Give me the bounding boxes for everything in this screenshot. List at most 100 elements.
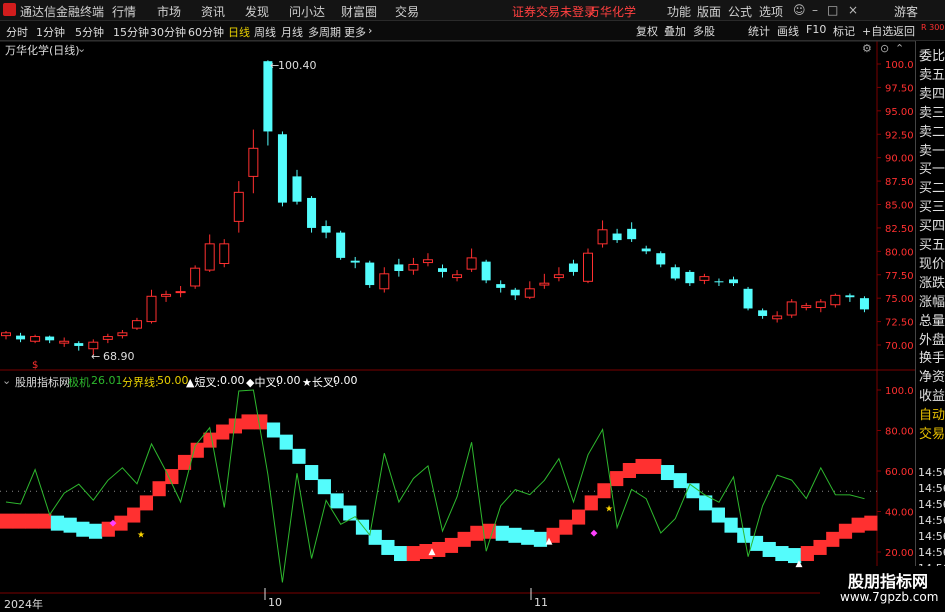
indicator-step	[330, 493, 344, 509]
candle-body	[438, 268, 447, 272]
price-tick-label: 75.00	[885, 294, 914, 305]
side-label-20[interactable]: 交易	[919, 423, 945, 442]
indicator-step	[597, 483, 611, 499]
candle-body	[131, 320, 142, 329]
indicator-menu-icon[interactable]: ⌄	[2, 374, 11, 387]
indicator-step	[660, 465, 675, 481]
candle-body	[815, 301, 826, 309]
kline-chart[interactable]: ◆ ★ ▲ ▲ ◆ ★ ▲ 100.0 97.50 95.00 92.50 90.00 87.50 85…	[0, 0, 915, 609]
side-label-19[interactable]: 自动	[919, 404, 945, 423]
candle-body	[830, 294, 841, 306]
candle-body	[670, 267, 680, 279]
indicator-step	[508, 527, 522, 543]
ind-tick-label: 40.00	[885, 508, 914, 519]
candle-body	[233, 191, 244, 222]
indicator-step	[775, 546, 789, 562]
expand-up-icon[interactable]: ⌃	[895, 42, 904, 55]
indicator-step	[12, 513, 26, 529]
indicator-step	[457, 531, 471, 547]
candle-body	[743, 288, 753, 309]
side-label-6: 买一	[919, 162, 945, 178]
x-label-oct: 10	[268, 596, 282, 609]
candle-body	[553, 274, 564, 279]
candle-body	[656, 253, 666, 265]
candle-body	[175, 291, 186, 294]
price-tick-label: 87.50	[885, 177, 914, 188]
indicator-step	[25, 513, 39, 529]
indicator-step	[610, 471, 624, 487]
indicator-step	[584, 495, 598, 511]
side-label-9: 买四	[919, 219, 945, 235]
indicator-label-1: 极机	[68, 376, 90, 389]
candle-body	[292, 176, 302, 202]
candle-body	[772, 315, 783, 320]
indicator-step	[203, 432, 217, 448]
indicator-step	[50, 515, 65, 531]
indicator-value-1: 26.01	[91, 374, 123, 387]
candle-body	[74, 343, 84, 346]
side-time-1: 14:56	[918, 482, 945, 495]
indicator-step	[152, 481, 166, 497]
indicator-step	[127, 507, 141, 523]
indicator-step	[241, 414, 255, 430]
candle-body	[786, 301, 797, 316]
candle-body	[16, 335, 26, 340]
low-arrow-icon: ←	[91, 350, 101, 363]
side-label-4: 卖二	[919, 124, 945, 140]
candle-body	[845, 295, 855, 298]
event-marker-icon[interactable]: $	[32, 360, 38, 371]
candle-body	[1, 332, 11, 337]
candle-body	[641, 248, 651, 252]
indicator-step	[343, 505, 357, 521]
candle-body	[219, 243, 230, 265]
side-label-10: 买五	[919, 238, 945, 253]
candle-body	[539, 282, 550, 286]
candle-body	[117, 332, 128, 337]
chevron-down-icon[interactable]: ⌄	[77, 42, 86, 55]
candle-body	[612, 233, 622, 241]
side-label-17: 净资	[919, 370, 945, 386]
indicator-step	[381, 539, 395, 555]
candle-body	[859, 298, 869, 310]
indicator-step	[165, 469, 179, 485]
indicator-layer: ◆ ★ ▲ ▲ ◆ ★ ▲	[0, 389, 878, 583]
side-label-15: 外盘	[919, 332, 945, 348]
indicator-step	[355, 519, 370, 535]
indicator-step	[216, 424, 230, 440]
side-time-5: 14:56	[918, 546, 945, 559]
high-price-label: 100.40	[278, 59, 317, 72]
candle-body	[685, 271, 695, 284]
indicator-step	[38, 513, 52, 529]
candle-body	[801, 305, 812, 309]
candle-body	[248, 147, 259, 177]
indicator-step	[521, 529, 535, 545]
candle-body	[59, 340, 70, 344]
indicator-step	[571, 509, 586, 525]
side-label-2: 卖四	[919, 86, 945, 102]
indicator-step	[635, 458, 649, 474]
candle-body	[524, 288, 535, 298]
indicator-step	[317, 479, 331, 495]
candle-body	[336, 232, 346, 258]
candle-body	[277, 134, 287, 203]
ind-tick-label: 100.0	[885, 386, 914, 397]
candle-body	[466, 257, 477, 270]
candle-body	[204, 243, 215, 271]
indicator-step	[292, 448, 306, 464]
side-label-13: 涨幅	[919, 294, 945, 310]
price-tick-label: 97.50	[885, 83, 914, 94]
collapse-icon[interactable]: ⊙	[880, 42, 889, 55]
indicator-step	[495, 525, 509, 541]
corner-r: R 300	[921, 23, 945, 32]
cross-marker: ◆	[591, 529, 598, 539]
watermark-url: www.7gpzb.com	[840, 590, 939, 604]
side-label-18: 收益	[919, 389, 945, 405]
indicator-step	[864, 515, 878, 531]
indicator-step	[139, 495, 154, 511]
indicator-step	[0, 513, 14, 529]
settings-gear-icon[interactable]: ⚙	[862, 42, 872, 55]
indicator-name: 股朋指标网	[15, 376, 70, 389]
candle-body	[729, 279, 738, 284]
side-label-1: 卖五	[919, 67, 945, 83]
candle-body	[45, 336, 55, 341]
